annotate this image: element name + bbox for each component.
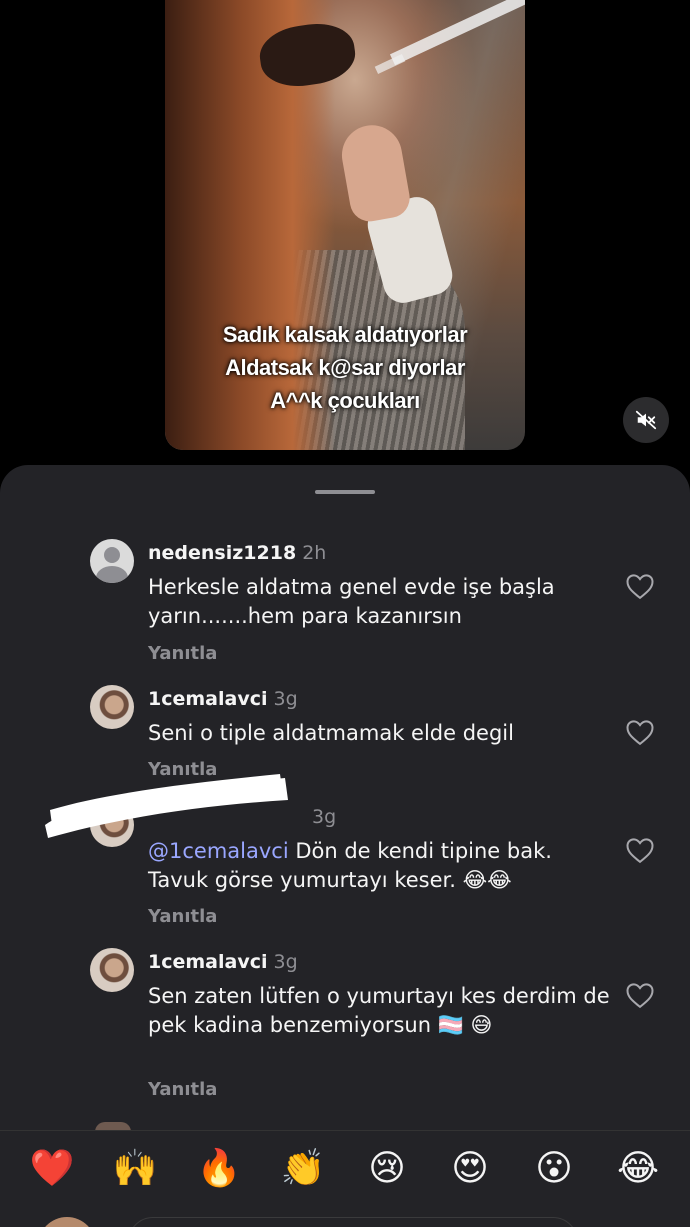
heart-icon[interactable] <box>625 572 655 600</box>
speaker-muted-icon <box>635 410 657 430</box>
avatar[interactable] <box>90 539 134 583</box>
drag-handle[interactable] <box>315 490 375 494</box>
heart-icon[interactable] <box>625 981 655 1009</box>
reply-button[interactable]: Yanıtla <box>148 1079 217 1100</box>
caption-line-1: Sadık kalsak aldatıyorlar <box>222 322 468 347</box>
reaction-clap[interactable]: 👏 <box>278 1147 328 1191</box>
comment-meta: 3g <box>306 805 336 829</box>
video-caption: Sadık kalsak aldatıyorlar Aldatsak k@sar… <box>165 318 525 417</box>
comment-username[interactable]: 1cemalavci <box>148 951 267 973</box>
video-frame-hand <box>337 120 413 225</box>
comment-meta: 1cemalavci 3g <box>148 687 298 711</box>
video-player[interactable]: Sadık kalsak aldatıyorlar Aldatsak k@sar… <box>165 0 525 450</box>
video-area: Sadık kalsak aldatıyorlar Aldatsak k@sar… <box>0 0 690 470</box>
reaction-raised-hands[interactable]: 🙌 <box>110 1147 160 1191</box>
comment-text: Sen zaten lütfen o yumurtayı kes derdim … <box>148 984 610 1037</box>
avatar-head <box>104 547 120 563</box>
mute-button[interactable] <box>623 397 669 443</box>
avatar[interactable] <box>90 948 134 992</box>
reaction-heart-eyes[interactable]: 😍 <box>445 1147 495 1191</box>
avatar[interactable] <box>90 685 134 729</box>
reaction-bar: ❤️ 🙌 🔥 👏 😢 😍 😮 😂 <box>0 1130 690 1227</box>
comment-time: 3g <box>273 951 298 973</box>
comment-input[interactable] <box>128 1217 578 1227</box>
heart-icon[interactable] <box>625 718 655 746</box>
comment-text: Seni o tiple aldatmamak elde degil <box>148 721 514 745</box>
comment-item: 1cemalavci 3g Sen zaten lütfen o yumurtay… <box>90 948 680 1108</box>
comment-time: 3g <box>312 806 337 828</box>
reaction-cry[interactable]: 😢 <box>362 1147 412 1191</box>
comment-mention[interactable]: @1cemalavci <box>148 839 289 863</box>
comment-meta: 1cemalavci 3g <box>148 950 298 974</box>
caption-line-2: Aldatsak k@sar diyorlar <box>225 355 465 380</box>
caption-line-3: A^^k çocukları <box>270 388 420 413</box>
reaction-wow[interactable]: 😮 <box>529 1147 579 1191</box>
comment-time: 2h <box>302 542 327 564</box>
comment-text: Herkesle aldatma genel evde işe başla ya… <box>148 575 555 628</box>
avatar-body <box>96 566 128 583</box>
comment-username[interactable]: 1cemalavci <box>148 688 267 710</box>
reaction-laugh[interactable]: 😂 <box>613 1147 663 1191</box>
comment-item: nedensiz1218 2h Herkesle aldatma genel ev… <box>90 539 680 679</box>
heart-icon[interactable] <box>625 836 655 864</box>
background-light <box>389 0 525 66</box>
background-light <box>374 54 406 74</box>
comment-meta: nedensiz1218 2h <box>148 541 326 565</box>
reply-button[interactable]: Yanıtla <box>148 643 217 664</box>
reaction-fire[interactable]: 🔥 <box>194 1147 244 1191</box>
reaction-heart[interactable]: ❤️ <box>27 1147 77 1191</box>
comment-text: @1cemalavci Dön de kendi tipine bak. Tav… <box>148 837 618 895</box>
reply-button[interactable]: Yanıtla <box>148 906 217 927</box>
comment-time: 3g <box>273 688 298 710</box>
redaction-scribble <box>45 774 288 838</box>
comment-username[interactable]: nedensiz1218 <box>148 542 296 564</box>
